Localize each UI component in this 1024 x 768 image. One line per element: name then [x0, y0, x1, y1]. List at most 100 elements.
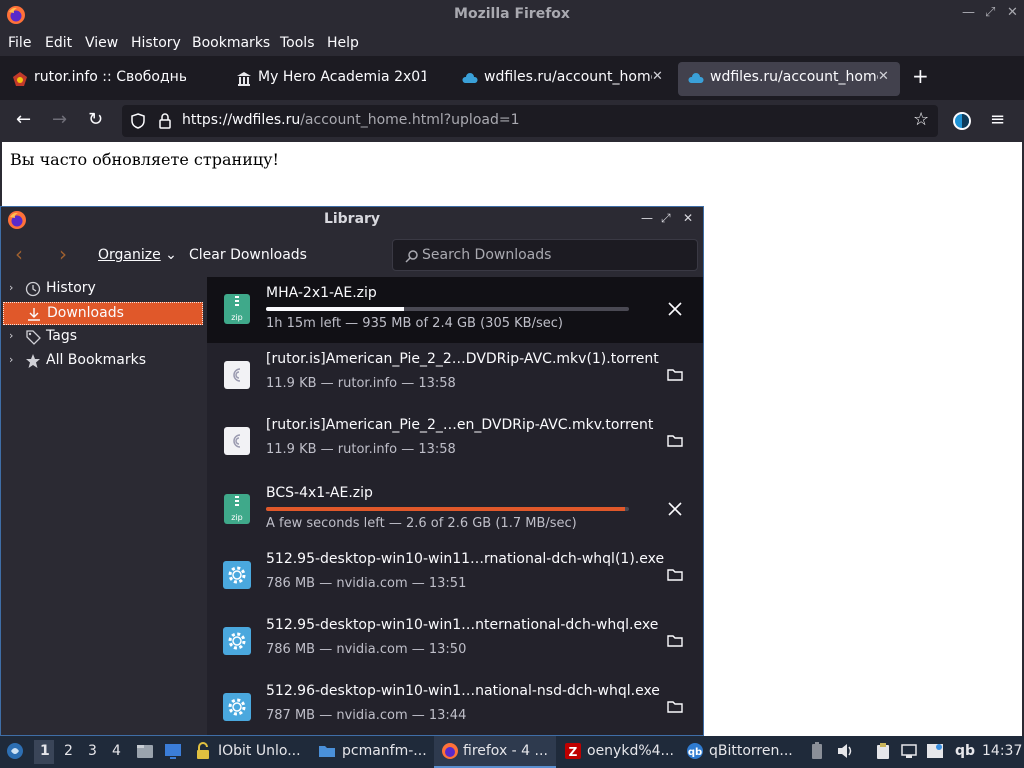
chevron-right-icon[interactable]: ›	[9, 281, 13, 294]
taskbar-app-qbittorrent[interactable]: qBittorren...	[709, 743, 793, 759]
sidebar-item-downloads[interactable]: Downloads	[3, 302, 203, 325]
taskbar-app-pcmanfm[interactable]: pcmanfm-...	[342, 743, 427, 759]
cancel-download-icon[interactable]	[665, 299, 685, 319]
hamburger-menu-icon[interactable]: ≡	[990, 110, 1005, 130]
reload-button[interactable]: ↻	[88, 110, 103, 130]
start-menu-icon[interactable]	[6, 742, 24, 760]
download-item[interactable]: zip BCS-4x1-AE.zip A few seconds left — …	[207, 477, 703, 543]
library-window: Library — ⤢ ✕ ‹ › Organize ⌄ Clear Downl…	[0, 206, 704, 736]
firefox-account-icon[interactable]	[952, 111, 972, 131]
bookmark-star-icon[interactable]: ☆	[913, 110, 929, 130]
qbittorrent-tray-label[interactable]: qb	[955, 743, 975, 759]
download-progress-fill	[266, 507, 626, 511]
torrent-file-icon	[224, 361, 250, 389]
download-item[interactable]: zip MHA-2x1-AE.zip 1h 15m left — 935 MB …	[207, 277, 703, 343]
taskbar-app-filezilla[interactable]: oenykd%4...	[587, 743, 674, 759]
page-message: Вы часто обновляете страницу!	[10, 150, 279, 169]
exe-gear-icon	[223, 627, 251, 655]
minimize-button[interactable]: —	[962, 5, 975, 20]
show-in-folder-icon[interactable]	[665, 697, 685, 717]
sidebar-item-history[interactable]: › History	[3, 278, 203, 301]
clock[interactable]: 14:37	[982, 743, 1022, 759]
show-in-folder-icon[interactable]	[665, 365, 685, 385]
taskbar: 1 2 3 4 IObit Unlo... pcmanfm-... firefo…	[0, 736, 1024, 768]
menu-view[interactable]: View	[85, 35, 118, 51]
close-window-button[interactable]: ✕	[1007, 5, 1018, 20]
torrent-file-icon	[224, 427, 250, 455]
organize-button[interactable]: Organize ⌄	[98, 247, 177, 263]
download-item[interactable]: [rutor.is]American_Pie_2_2…DVDRip-AVC.mk…	[207, 343, 703, 409]
library-minimize-button[interactable]: —	[641, 211, 653, 225]
svg-text:zip: zip	[231, 313, 243, 322]
back-button[interactable]: ←	[16, 110, 31, 130]
menu-tools[interactable]: Tools	[280, 35, 315, 51]
menu-help[interactable]: Help	[327, 35, 359, 51]
search-placeholder: Search Downloads	[422, 247, 552, 263]
workspace-1[interactable]: 1	[40, 743, 50, 759]
download-progress-bar	[266, 307, 629, 311]
menu-history[interactable]: History	[131, 35, 181, 51]
downloads-list: zip MHA-2x1-AE.zip 1h 15m left — 935 MB …	[207, 277, 703, 735]
clear-downloads-button[interactable]: Clear Downloads	[189, 247, 307, 263]
tab-close-icon[interactable]: ✕	[652, 69, 663, 84]
show-desktop-icon[interactable]	[164, 742, 182, 760]
library-back-icon[interactable]: ‹	[15, 244, 23, 264]
network-icon[interactable]	[900, 742, 918, 760]
maximize-button[interactable]: ⤢	[985, 5, 995, 20]
sidebar-item-all-bookmarks[interactable]: › All Bookmarks	[3, 350, 203, 373]
tag-icon	[26, 330, 41, 345]
clock-icon	[25, 281, 41, 297]
notification-icon[interactable]	[926, 742, 944, 760]
workspace-2[interactable]: 2	[64, 743, 73, 759]
tab-my-hero-academia[interactable]: My Hero Academia 2x01	[226, 62, 450, 96]
taskbar-app-iobit[interactable]: IObit Unlo...	[218, 743, 301, 759]
search-icon	[405, 250, 418, 263]
lock-icon[interactable]	[158, 113, 172, 129]
battery-icon[interactable]	[808, 742, 826, 760]
window-titlebar: Mozilla Firefox — ⤢ ✕	[0, 0, 1024, 30]
tab-label: wdfiles.ru/account_home	[710, 69, 878, 85]
svg-text:Z: Z	[569, 745, 578, 759]
tab-close-icon[interactable]: ✕	[878, 69, 889, 84]
download-filename: [rutor.is]American_Pie_2_…en_DVDRip-AVC.…	[266, 417, 654, 433]
chevron-right-icon[interactable]: ›	[9, 353, 13, 366]
volume-icon[interactable]	[836, 742, 854, 760]
menu-edit[interactable]: Edit	[45, 35, 72, 51]
cancel-download-icon[interactable]	[665, 499, 685, 519]
workspace-4[interactable]: 4	[112, 743, 121, 759]
tab-wdfiles-active[interactable]: wdfiles.ru/account_home ✕	[678, 62, 900, 96]
download-item[interactable]: 512.95-desktop-win10-win1…nternational-d…	[207, 609, 703, 675]
iobit-unlocker-icon	[197, 742, 209, 759]
show-in-folder-icon[interactable]	[665, 431, 685, 451]
workspace-3[interactable]: 3	[88, 743, 97, 759]
menu-bookmarks[interactable]: Bookmarks	[192, 35, 270, 51]
download-item[interactable]: [rutor.is]American_Pie_2_…en_DVDRip-AVC.…	[207, 409, 703, 475]
download-status: A few seconds left — 2.6 of 2.6 GB (1.7 …	[266, 516, 577, 531]
download-item[interactable]: 512.95-desktop-win10-win11…rnational-dch…	[207, 543, 703, 609]
library-forward-icon[interactable]: ›	[59, 244, 67, 264]
sidebar-item-tags[interactable]: › Tags	[3, 326, 203, 349]
library-close-button[interactable]: ✕	[683, 211, 693, 225]
svg-text:qb: qb	[688, 747, 702, 758]
download-status: 11.9 KB — rutor.info — 13:58	[266, 442, 456, 457]
download-status: 787 MB — nvidia.com — 13:44	[266, 708, 467, 723]
url-bar[interactable]: https://wdfiles.ru/account_home.html?upl…	[122, 105, 938, 137]
show-in-folder-icon[interactable]	[665, 631, 685, 651]
new-tab-button[interactable]: +	[912, 66, 929, 86]
shield-icon[interactable]	[130, 113, 146, 129]
file-manager-icon[interactable]	[136, 742, 154, 760]
library-maximize-button[interactable]: ⤢	[661, 211, 671, 226]
forward-button[interactable]: →	[52, 110, 67, 130]
exe-gear-icon	[223, 693, 251, 721]
clipboard-icon[interactable]	[874, 742, 892, 760]
menu-bar: File Edit View History Bookmarks Tools H…	[0, 30, 1024, 56]
show-in-folder-icon[interactable]	[665, 565, 685, 585]
menu-file[interactable]: File	[8, 35, 31, 51]
download-item[interactable]: 512.96-desktop-win10-win1…national-nsd-d…	[207, 675, 703, 735]
cloud-favicon-icon	[462, 73, 478, 83]
chevron-right-icon[interactable]: ›	[9, 329, 13, 342]
tab-rutor[interactable]: rutor.info :: Свободный т	[2, 62, 224, 96]
taskbar-app-firefox[interactable]: firefox - 4 ...	[463, 743, 548, 759]
tab-wdfiles-1[interactable]: wdfiles.ru/account_home ✕	[452, 62, 676, 96]
search-downloads-input[interactable]: Search Downloads	[392, 239, 698, 271]
